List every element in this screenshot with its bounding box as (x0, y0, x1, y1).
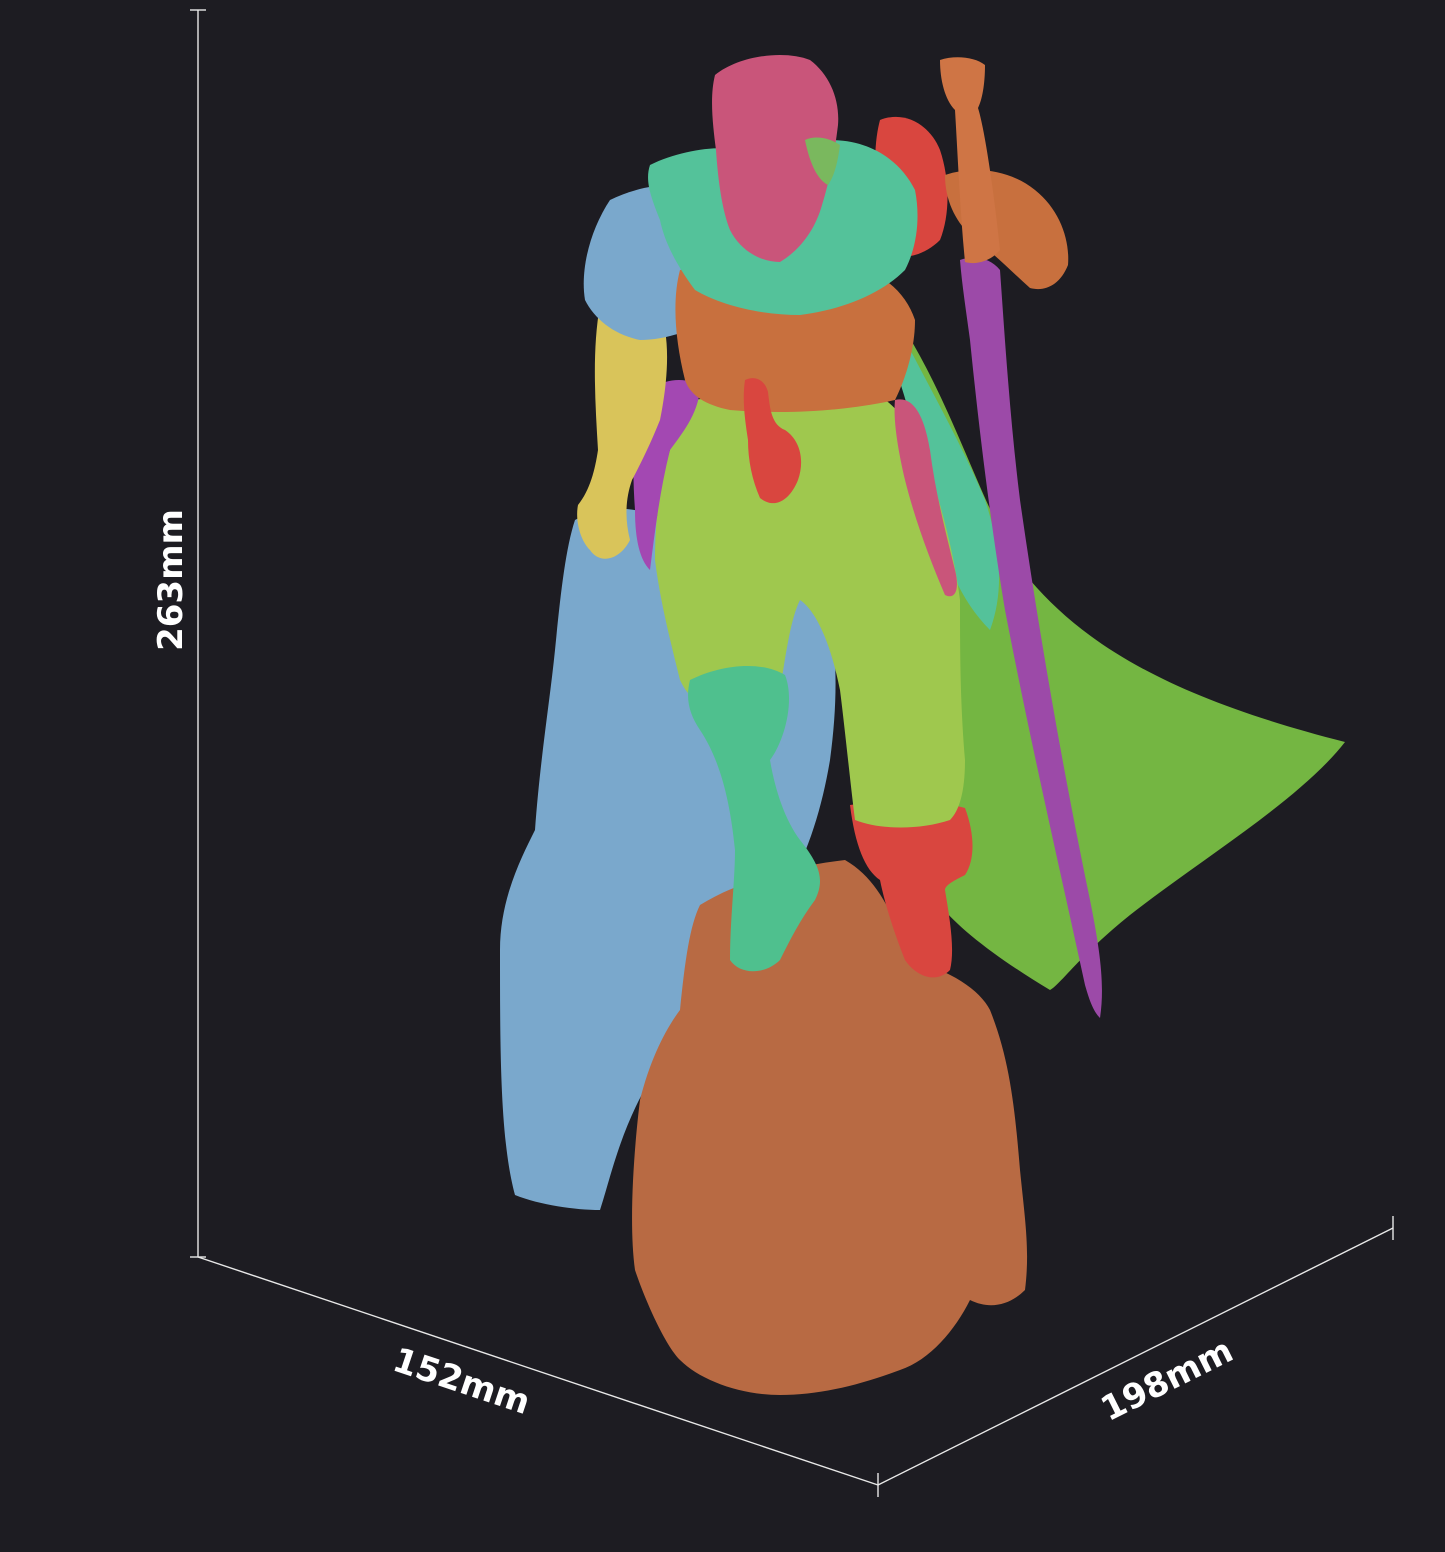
cape (905, 330, 1345, 990)
figure-model (500, 55, 1345, 1395)
rock-front (632, 860, 1028, 1395)
figure-render: 263mm 152mm 198mm (151, 9, 1394, 1497)
sword-hilt (940, 57, 1000, 264)
depth-label: 152mm (388, 1340, 535, 1423)
height-label: 263mm (151, 509, 191, 651)
product-render-stage: 263mm 152mm 198mm (0, 0, 1445, 1548)
width-label: 198mm (1095, 1331, 1240, 1430)
